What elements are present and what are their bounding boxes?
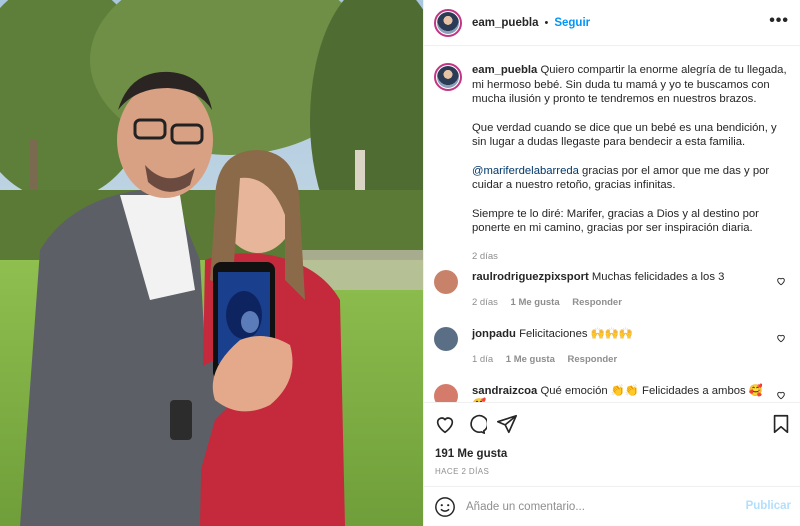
comment-item: sandraizcoa Qué emoción 👏👏 Felicidades a… [434, 384, 794, 402]
comment-item: raulrodriguezpixsport Muchas felicidades… [434, 270, 794, 310]
commenter-avatar[interactable] [434, 270, 458, 294]
publish-button[interactable]: Publicar [746, 500, 791, 512]
comment-likes[interactable]: 1 Me gusta [506, 354, 555, 365]
comment-heart-icon[interactable] [776, 333, 786, 343]
add-comment-bar: Publicar [424, 486, 800, 526]
comment-meta: 1 día 1 Me gusta Responder [472, 353, 772, 367]
post-header: eam_puebla • Seguir ••• [424, 0, 800, 46]
author-avatar[interactable] [434, 8, 462, 37]
photo-illustration [0, 0, 423, 526]
comment-item: jonpadu Felicitaciones 🙌🙌🙌 1 día 1 Me gu… [434, 327, 794, 367]
commenter-username[interactable]: sandraizcoa [472, 385, 537, 397]
post-caption: eam_puebla Quiero compartir la enorme al… [434, 63, 794, 264]
post-panel: eam_puebla • Seguir ••• eam_puebla Quier… [423, 0, 800, 526]
comment-text: Muchas felicidades a los 3 [591, 271, 725, 283]
comment-likes[interactable]: 1 Me gusta [511, 297, 560, 308]
author-username[interactable]: eam_puebla [472, 17, 538, 29]
comment-heart-icon[interactable] [776, 390, 786, 400]
caption-username[interactable]: eam_puebla [472, 64, 537, 76]
caption-avatar[interactable] [434, 63, 462, 91]
comment-text: Felicitaciones 🙌🙌🙌 [519, 328, 633, 340]
caption-paragraph-4: Siempre te lo diré: Marifer, gracias a D… [472, 207, 759, 235]
commenter-avatar[interactable] [434, 327, 458, 351]
save-bookmark-icon[interactable] [770, 413, 792, 435]
share-paper-plane-icon[interactable] [496, 413, 518, 435]
likes-count[interactable]: 191 Me gusta [435, 448, 507, 460]
caption-paragraph-3: @mariferdelabarreda gracias por el amor … [472, 164, 790, 193]
follow-button[interactable]: Seguir [554, 17, 590, 29]
comment-heart-icon[interactable] [776, 276, 786, 286]
more-options-icon[interactable]: ••• [769, 12, 789, 30]
caption-paragraph-2: Que verdad cuando se dice que un bebé es… [472, 121, 777, 149]
caption-text: eam_puebla Quiero compartir la enorme al… [472, 63, 790, 264]
comment-bubble-icon[interactable] [465, 413, 487, 435]
comment-time: 1 día [472, 354, 494, 365]
commenter-username[interactable]: jonpadu [472, 328, 516, 340]
header-separator: • [544, 16, 549, 29]
post-actions: 191 Me gusta HACE 2 DÍAS [424, 402, 800, 485]
commenter-avatar[interactable] [434, 384, 458, 402]
reply-button[interactable]: Responder [568, 354, 618, 365]
comments-scroll-area[interactable]: eam_puebla Quiero compartir la enorme al… [424, 47, 800, 402]
reply-button[interactable]: Responder [572, 297, 622, 308]
commenter-username[interactable]: raulrodriguezpixsport [472, 271, 589, 283]
comment-input[interactable] [466, 500, 736, 513]
caption-time: 2 días [472, 250, 498, 262]
emoji-icon[interactable] [434, 496, 456, 518]
comment-time: 2 días [472, 297, 498, 308]
comment-meta: 2 días 1 Me gusta Responder [472, 296, 772, 310]
post-photo[interactable] [0, 0, 423, 526]
post-date: HACE 2 DÍAS [435, 467, 490, 476]
mention-link[interactable]: @mariferdelabarreda [472, 165, 579, 177]
like-heart-icon[interactable] [434, 413, 456, 435]
